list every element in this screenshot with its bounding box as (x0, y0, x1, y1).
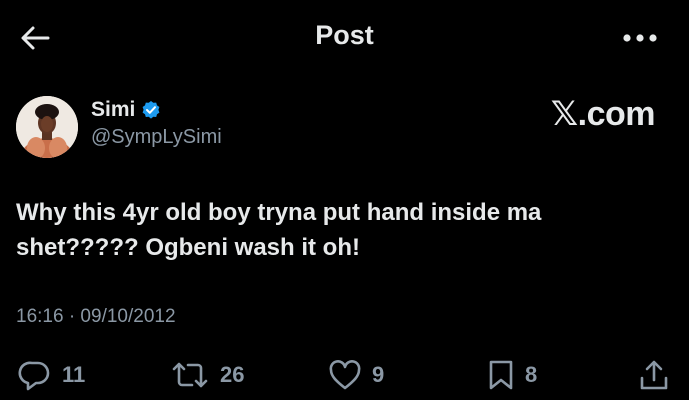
like-button[interactable]: 9 (328, 354, 384, 396)
author-name-row: Simi (91, 98, 161, 122)
like-count: 9 (372, 362, 385, 387)
post-actions-bar: 11 26 9 8 (0, 354, 689, 396)
repost-button[interactable]: 26 (170, 354, 244, 396)
verified-badge-icon (142, 101, 160, 119)
post-header: Post (0, 0, 689, 74)
author-name[interactable]: Simi (91, 98, 135, 122)
bookmark-button[interactable]: 8 (487, 354, 537, 396)
post-timestamp[interactable]: 16:16 · 09/10/2012 (16, 306, 176, 328)
reply-button[interactable]: 11 (18, 354, 85, 396)
share-button[interactable] (638, 354, 670, 396)
author-handle[interactable]: @SympLySimi (91, 126, 222, 149)
bookmark-icon (489, 360, 513, 390)
x-com-watermark: 𝕏.com (550, 95, 656, 133)
profile-photo (16, 96, 78, 158)
share-icon (640, 360, 668, 390)
reply-icon (18, 361, 50, 391)
reply-count: 11 (62, 362, 86, 387)
avatar[interactable] (16, 96, 78, 158)
bookmark-count: 8 (525, 362, 538, 387)
repost-count: 26 (220, 362, 245, 387)
arrow-left-icon (21, 26, 50, 50)
more-horizontal-icon (623, 34, 657, 42)
more-options-button[interactable] (618, 24, 662, 52)
page-title: Post (315, 20, 374, 50)
post-text: Why this 4yr old boy tryna put hand insi… (16, 199, 542, 261)
repost-icon (172, 362, 208, 388)
heart-icon (329, 360, 361, 390)
back-button[interactable] (18, 22, 52, 54)
